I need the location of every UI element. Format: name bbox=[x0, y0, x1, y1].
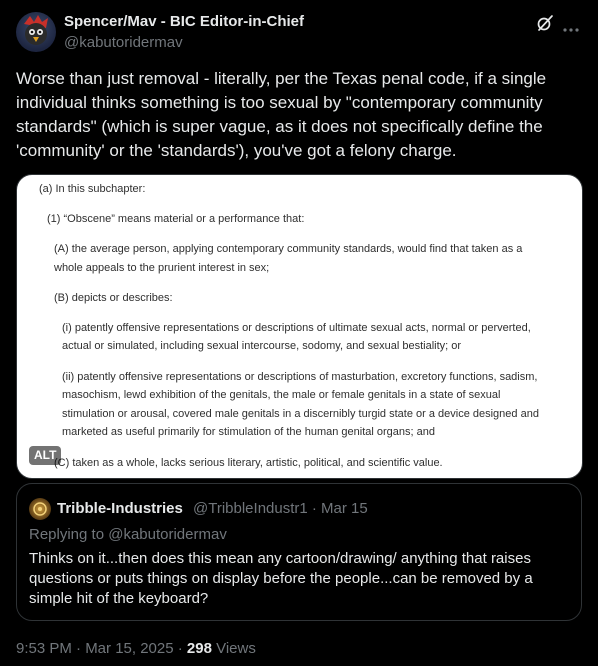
attached-image[interactable]: (a) In this subchapter: (1) “Obscene” me… bbox=[16, 174, 583, 479]
statute-line: whole appeals to the prurient interest i… bbox=[54, 262, 270, 274]
statute-line: marketed as useful primarily for stimula… bbox=[62, 426, 435, 438]
statute-text: (a) In this subchapter: (1) “Obscene” me… bbox=[17, 175, 582, 478]
quote-avatar bbox=[29, 498, 51, 520]
statute-line: (C) taken as a whole, lacks serious lite… bbox=[54, 457, 443, 469]
author-handle[interactable]: @kabutoridermav bbox=[64, 34, 183, 51]
statute-line: actual or simulated, including sexual in… bbox=[62, 340, 462, 352]
quote-line: Thinks on it...then does this mean any c… bbox=[29, 550, 531, 567]
tweet-line: standards" (which is super vague, as it … bbox=[16, 117, 543, 136]
quote-line: simple hit of the keyboard? bbox=[29, 590, 209, 607]
more-icon[interactable] bbox=[562, 20, 580, 32]
statute-line: (ii) patently offensive representations … bbox=[62, 371, 538, 383]
quote-text: Thinks on it...then does this mean any c… bbox=[29, 549, 569, 609]
quote-reply-context: Replying to @kabutoridermav bbox=[29, 526, 227, 543]
timestamp[interactable]: 9:53 PM · Mar 15, 2025 · bbox=[16, 640, 187, 657]
tweet-line: individual thinks something is too sexua… bbox=[16, 93, 543, 112]
statute-line: masochism, lewd exhibition of the genita… bbox=[62, 389, 501, 401]
statute-line: (i) patently offensive representations o… bbox=[62, 322, 531, 334]
statute-line: (A) the average person, applying contemp… bbox=[54, 243, 523, 255]
author-avatar[interactable] bbox=[16, 12, 56, 52]
tweet-line: 'community' or the 'standards'), you've … bbox=[16, 141, 457, 160]
views-count: 298 bbox=[186, 640, 212, 657]
statute-line: stimulation or arousal, covered male gen… bbox=[62, 408, 539, 420]
tweet-footer: 9:53 PM · Mar 15, 2025 · 298 Views bbox=[16, 640, 256, 657]
views-label: Views bbox=[211, 640, 256, 657]
tweet-header: Spencer/Mav - BIC Editor-in-Chief @kabut… bbox=[16, 12, 582, 56]
statute-line: (a) In this subchapter: bbox=[39, 183, 146, 195]
quote-author-name: Tribble-Industries bbox=[57, 500, 183, 517]
tweet-text: Worse than just removal - literally, per… bbox=[16, 67, 572, 163]
quote-meta: @TribbleIndustr1 · Mar 15 bbox=[193, 500, 368, 517]
quote-line: questions or puts things on display befo… bbox=[29, 570, 533, 587]
alt-badge[interactable]: ALT bbox=[29, 446, 62, 465]
author-name[interactable]: Spencer/Mav - BIC Editor-in-Chief bbox=[64, 13, 304, 30]
quoted-tweet[interactable]: Tribble-Industries @TribbleIndustr1 · Ma… bbox=[16, 483, 582, 621]
tweet-line: Worse than just removal - literally, per… bbox=[16, 69, 547, 88]
statute-line: (1) “Obscene” means material or a perfor… bbox=[47, 213, 305, 225]
statute-line: (B) depicts or describes: bbox=[54, 292, 173, 304]
grok-icon[interactable] bbox=[536, 14, 554, 32]
